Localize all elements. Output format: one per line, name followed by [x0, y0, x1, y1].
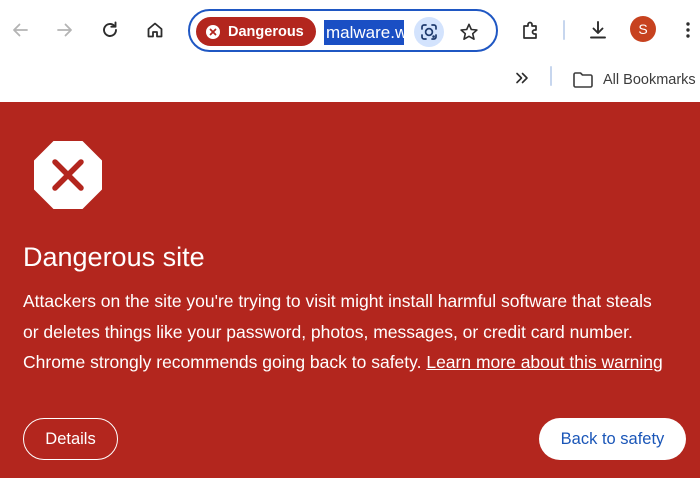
lens-icon — [421, 24, 437, 40]
folder-icon — [573, 72, 593, 88]
toolbar-separator — [563, 20, 565, 40]
all-bookmarks-label: All Bookmarks — [603, 72, 696, 88]
warning-text-line: or deletes things like your password, ph… — [23, 321, 633, 342]
details-button[interactable]: Details — [23, 418, 118, 460]
extensions-icon — [523, 21, 537, 39]
back-to-safety-button[interactable]: Back to safety — [539, 418, 686, 460]
forward-arrow-icon — [57, 23, 72, 37]
security-chip-label: Dangerous — [228, 23, 304, 40]
page-title: Dangerous site — [23, 242, 205, 272]
home-icon — [147, 22, 163, 38]
back-button[interactable] — [4, 14, 36, 46]
dangerous-site-interstitial: Dangerous site Attackers on the site you… — [0, 102, 700, 478]
forward-button[interactable] — [49, 14, 81, 46]
browser-toolbar: Dangerous malware.w S — [0, 0, 700, 62]
danger-octagon-icon — [33, 140, 103, 210]
warning-text-line-with-link: Chrome strongly recommends going back to… — [23, 347, 691, 378]
bookmarks-overflow-button[interactable] — [506, 62, 538, 94]
warning-description: Attackers on the site you're trying to v… — [23, 286, 691, 378]
back-arrow-icon — [13, 23, 28, 37]
omnibox[interactable]: Dangerous malware.w — [188, 9, 498, 52]
bookmarks-separator — [550, 66, 552, 86]
learn-more-link[interactable]: Learn more about this warning — [426, 352, 662, 372]
all-bookmarks-button[interactable]: All Bookmarks — [572, 66, 696, 94]
extensions-button[interactable] — [515, 14, 547, 46]
home-button[interactable] — [139, 14, 171, 46]
reload-icon — [103, 21, 117, 37]
url-text-selected[interactable]: malware.w — [324, 20, 404, 45]
security-chip[interactable]: Dangerous — [196, 17, 316, 46]
warning-text-line: Attackers on the site you're trying to v… — [23, 291, 652, 311]
menu-button[interactable] — [672, 14, 700, 46]
profile-avatar[interactable]: S — [630, 16, 656, 42]
double-chevron-right-icon — [516, 72, 528, 84]
reload-button[interactable] — [94, 14, 126, 46]
bookmarks-bar: All Bookmarks — [0, 62, 700, 102]
download-icon — [590, 21, 606, 39]
danger-x-circle-icon — [206, 24, 220, 39]
warning-text-line: Chrome strongly recommends going back to… — [23, 352, 422, 372]
google-lens-button[interactable] — [414, 17, 444, 47]
downloads-button[interactable] — [582, 14, 614, 46]
bookmark-star-button[interactable] — [454, 17, 484, 47]
star-icon — [460, 23, 478, 40]
more-vert-icon — [686, 22, 690, 38]
